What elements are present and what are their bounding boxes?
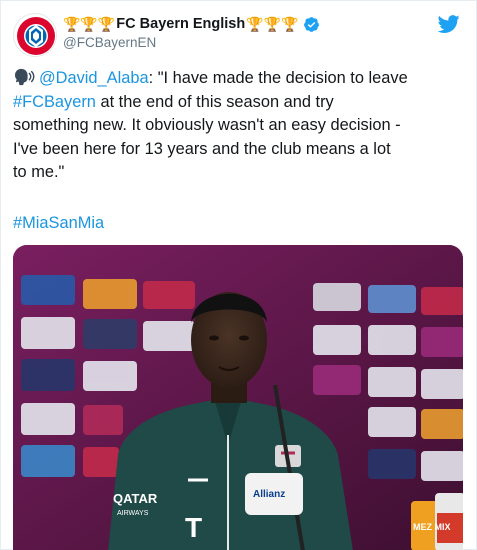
tweet-text-line-2: #FCBayern at the end of this season and … xyxy=(13,92,334,111)
tweet-text-line-3: something new. It obviously wasn't an ea… xyxy=(13,116,401,135)
twitter-bird-icon[interactable] xyxy=(438,13,460,35)
hashtag-fcbayern-link[interactable]: #FCBayern xyxy=(13,93,96,111)
tweet-text-line-4: I've been here for 13 years and the club… xyxy=(13,139,391,158)
mic-flag-brand: Allianz xyxy=(253,489,285,500)
speaking-head-icon xyxy=(15,68,35,86)
jersey-sponsor-sub: AIRWAYS xyxy=(117,510,149,517)
hashtag-line: #MiaSanMia xyxy=(13,211,104,235)
avatar[interactable] xyxy=(13,13,57,57)
fc-bayern-logo-icon xyxy=(15,15,56,56)
mention-link[interactable]: @David_Alaba xyxy=(39,69,149,87)
tweet-photo[interactable]: QATAR AIRWAYS T Allianz MEZ MIX xyxy=(13,245,463,550)
tweet-text: @David_Alaba: "I have made the decision … xyxy=(13,67,471,185)
can-label: MEZ MIX xyxy=(413,522,451,532)
drink-cans: MEZ MIX xyxy=(411,493,463,550)
jersey-sponsor: QATAR xyxy=(113,491,158,506)
hashtag-miasanmia-link[interactable]: #MiaSanMia xyxy=(13,214,104,232)
press-conference-photo: QATAR AIRWAYS T Allianz MEZ MIX xyxy=(13,245,463,550)
trophy-icons-left: 🏆🏆🏆 xyxy=(63,16,116,32)
account-handle[interactable]: @FCBayernEN xyxy=(63,34,156,52)
tweet-text-line-5: to me." xyxy=(13,163,65,182)
verified-badge-icon xyxy=(303,16,319,32)
display-name[interactable]: FC Bayern English xyxy=(116,14,245,34)
jersey-t-logo: T xyxy=(185,512,202,543)
tweet-text-line-1: @David_Alaba: "I have made the decision … xyxy=(13,67,471,91)
trophy-icons-right: 🏆🏆🏆 xyxy=(246,16,299,32)
tweet-card: 🏆🏆🏆 FC Bayern English 🏆🏆🏆 @FCBayernEN @D… xyxy=(0,0,477,550)
account-name-row[interactable]: 🏆🏆🏆 FC Bayern English 🏆🏆🏆 xyxy=(63,14,320,34)
